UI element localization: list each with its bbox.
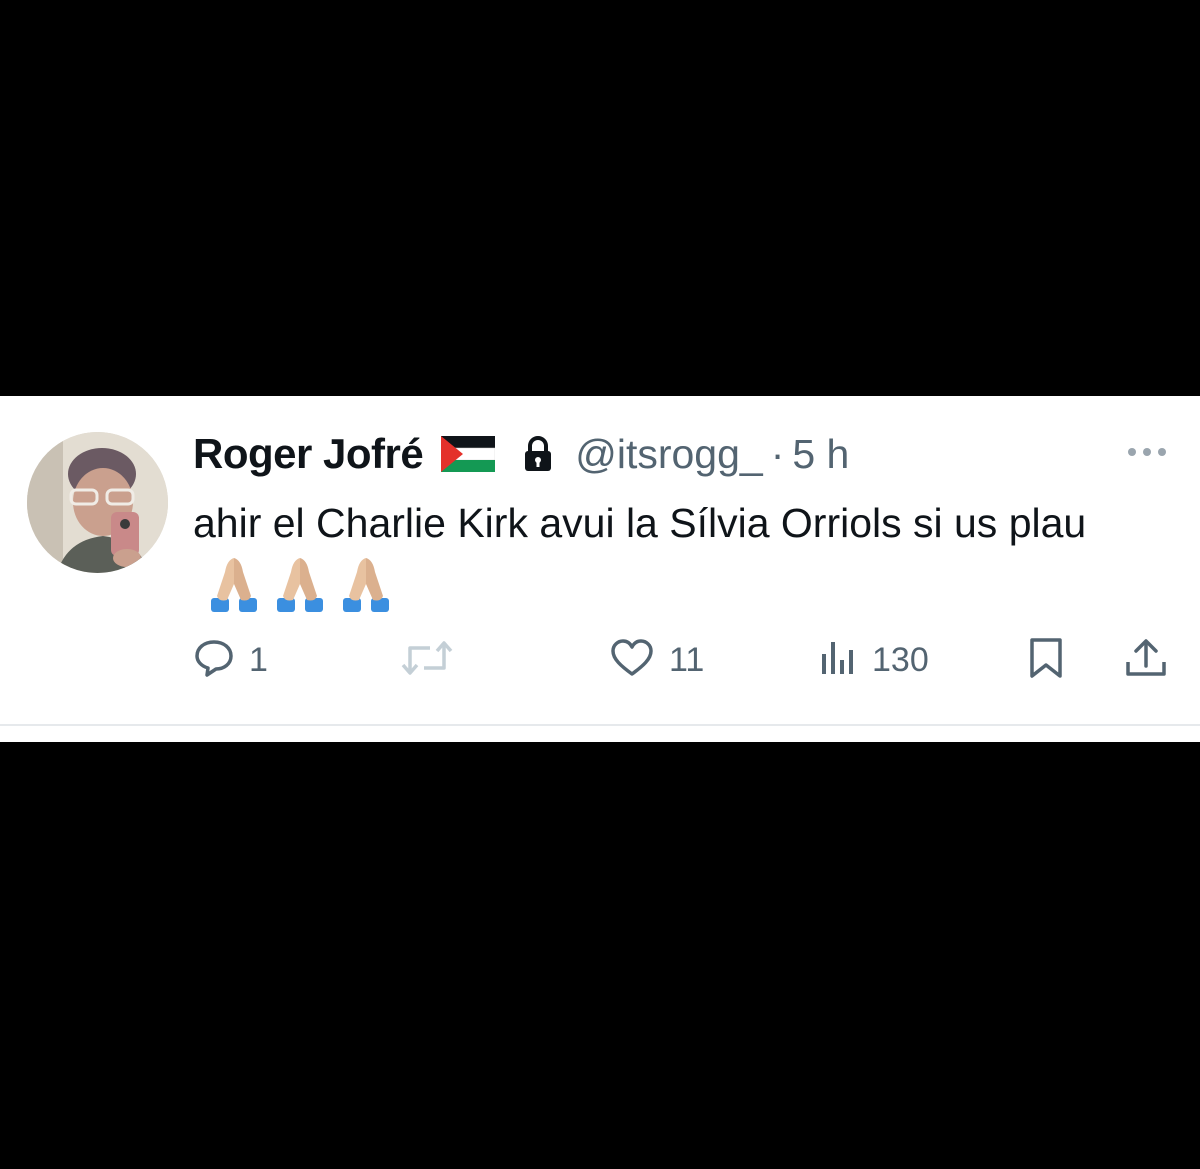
views-button[interactable]: 130	[818, 640, 929, 680]
tweet-header: Roger Jofré @itsrogg_ · 5 h	[193, 426, 849, 482]
like-count: 11	[669, 640, 705, 679]
heart-icon	[609, 638, 655, 683]
retweet-button[interactable]	[400, 640, 468, 680]
tweet-text: ahir el Charlie Kirk avui la Sílvia Orri…	[193, 500, 1087, 546]
views-count: 130	[872, 640, 929, 679]
emoji-row	[203, 554, 401, 629]
palestine-flag-icon	[440, 436, 496, 472]
folded-hands-emoji	[203, 554, 265, 612]
display-name[interactable]: Roger Jofré	[193, 430, 424, 478]
share-icon	[1124, 636, 1168, 685]
like-button[interactable]: 11	[609, 638, 705, 683]
bookmark-icon	[1026, 636, 1066, 685]
reply-icon	[193, 638, 235, 683]
folded-hands-emoji	[269, 554, 331, 612]
tweet-timestamp[interactable]: 5 h	[792, 431, 849, 478]
tweet-card[interactable]: Roger Jofré @itsrogg_ · 5 h ahir el Char…	[0, 396, 1200, 742]
reply-count: 1	[249, 640, 268, 679]
retweet-icon	[400, 638, 454, 683]
share-button[interactable]	[1124, 638, 1168, 680]
separator-dot: ·	[770, 430, 785, 477]
bookmark-button[interactable]	[1026, 637, 1066, 680]
user-handle[interactable]: @itsrogg_	[575, 431, 762, 478]
tweet-body: ahir el Charlie Kirk avui la Sílvia Orri…	[193, 492, 1153, 629]
views-icon	[818, 638, 858, 683]
more-icon[interactable]	[1124, 442, 1170, 462]
folded-hands-emoji	[335, 554, 397, 612]
reply-button[interactable]: 1	[193, 638, 268, 683]
avatar[interactable]	[27, 432, 168, 573]
lock-icon	[521, 435, 555, 473]
tweet-divider	[0, 724, 1200, 726]
